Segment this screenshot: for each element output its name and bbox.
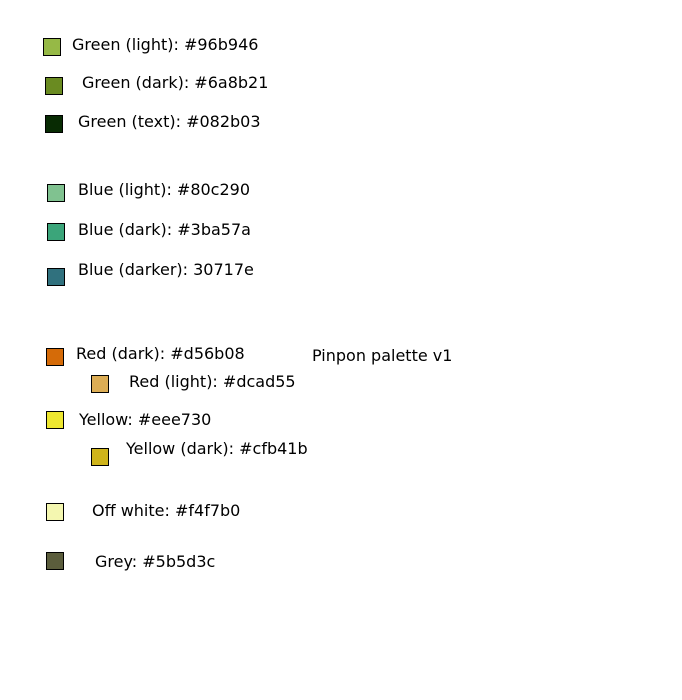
swatch-yellow-dark: [91, 448, 109, 466]
label-blue-light: Blue (light): #80c290: [78, 180, 251, 199]
label-green-light: Green (light): #96b946: [72, 35, 259, 54]
label-blue-dark: Blue (dark): #3ba57a: [78, 220, 251, 239]
swatch-blue-light: [47, 184, 65, 202]
label-blue-darker: Blue (darker): 30717e: [78, 260, 254, 279]
swatch-grey: [46, 552, 64, 570]
swatch-blue-darker: [47, 268, 65, 286]
swatch-green-dark: [45, 77, 63, 95]
label-yellow-dark: Yellow (dark): #cfb41b: [126, 439, 308, 458]
label-green-text: Green (text): #082b03: [78, 112, 261, 131]
swatch-red-light: [91, 375, 109, 393]
label-grey: Grey: #5b5d3c: [95, 552, 216, 571]
label-off-white: Off white: #f4f7b0: [92, 501, 241, 520]
palette-title: Pinpon palette v1: [312, 346, 453, 365]
swatch-yellow: [46, 411, 64, 429]
swatch-green-text: [45, 115, 63, 133]
swatch-green-light: [43, 38, 61, 56]
swatch-off-white: [46, 503, 64, 521]
label-yellow: Yellow: #eee730: [79, 410, 212, 429]
swatch-blue-dark: [47, 223, 65, 241]
swatch-red-dark: [46, 348, 64, 366]
label-green-dark: Green (dark): #6a8b21: [82, 73, 269, 92]
label-red-light: Red (light): #dcad55: [129, 372, 296, 391]
label-red-dark: Red (dark): #d56b08: [76, 344, 245, 363]
